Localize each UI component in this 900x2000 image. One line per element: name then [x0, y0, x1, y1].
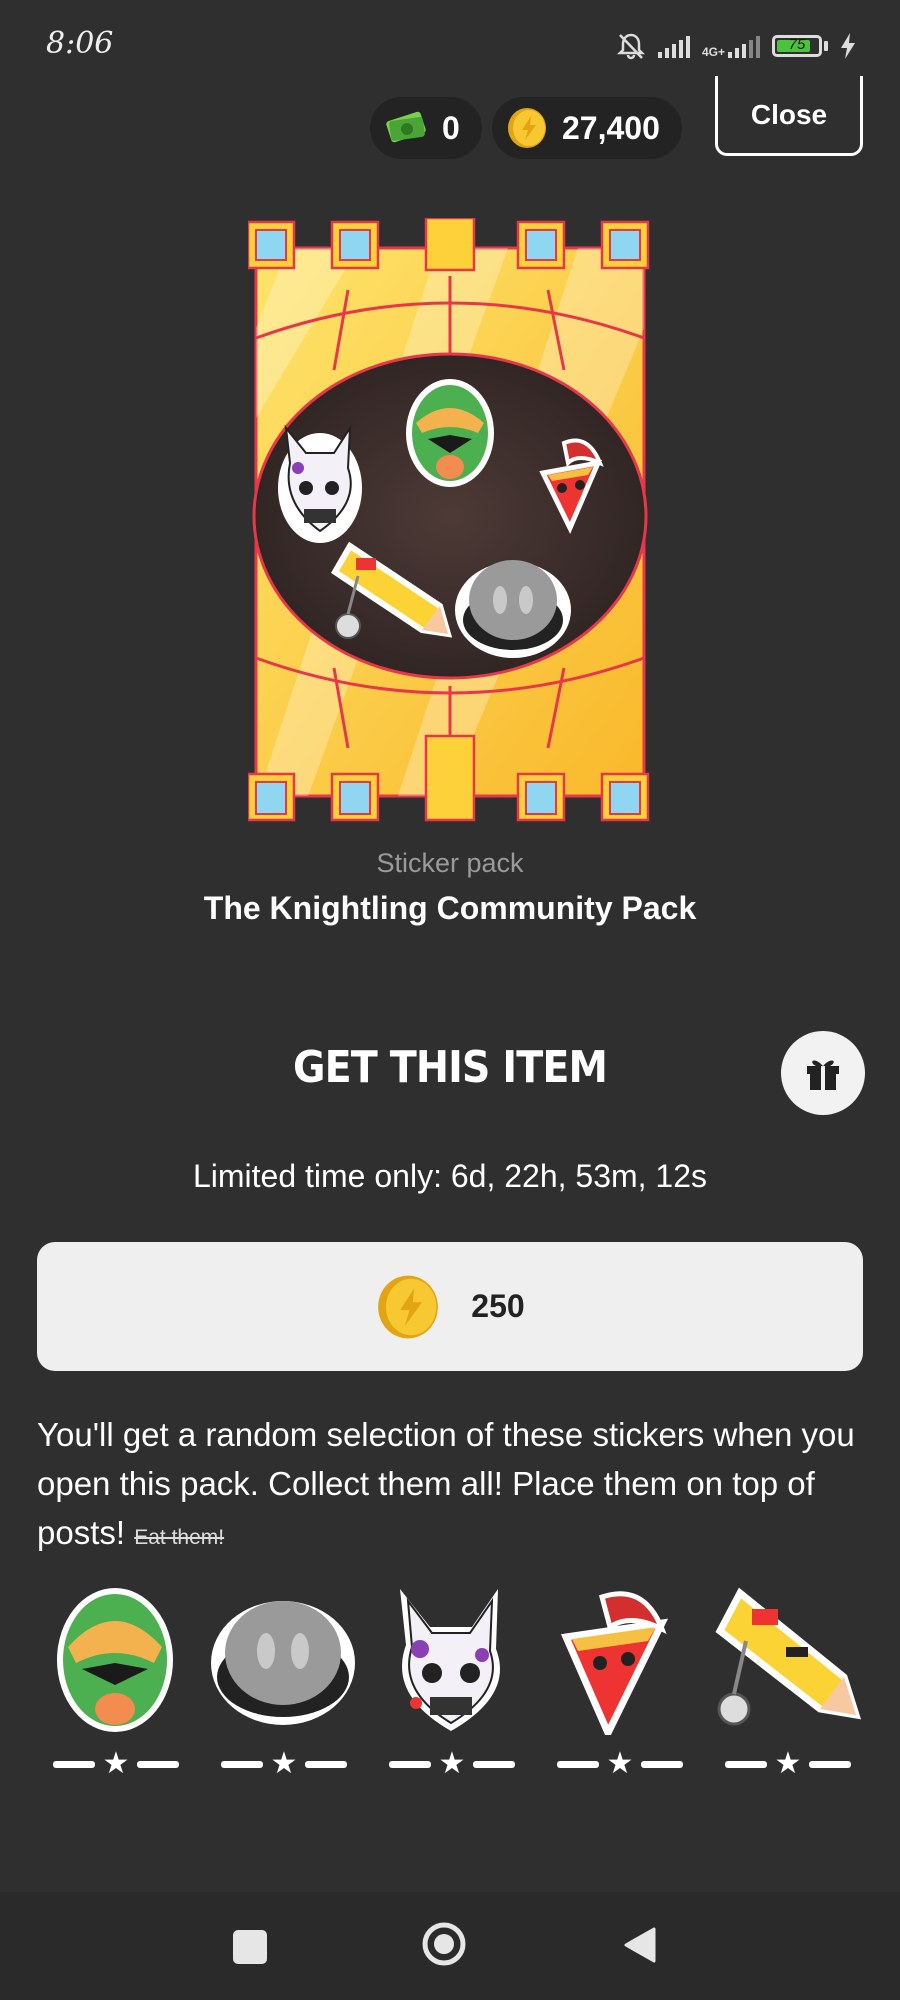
star-icon: ★	[606, 1747, 634, 1780]
pack-description: You'll get a random selection of these s…	[37, 1410, 857, 1562]
network-label: 4G+	[701, 45, 725, 59]
signal-icon	[657, 34, 690, 58]
pencil-sticker[interactable]: ★	[712, 1585, 862, 1785]
ranger-mask-sticker[interactable]: ★	[40, 1585, 190, 1785]
recents-button[interactable]	[233, 1930, 267, 1964]
star-icon: ★	[438, 1747, 466, 1780]
status-time: 8:06	[46, 26, 114, 61]
buy-with-coins-button[interactable]: 250	[37, 1242, 863, 1371]
cash-icon	[386, 111, 426, 143]
get-item-heading: GET THIS ITEM	[292, 1042, 608, 1093]
status-icons: 4G+ 75	[616, 26, 856, 66]
ranger-mask-icon	[57, 1588, 173, 1732]
pizza-slice-sticker[interactable]: ★	[544, 1585, 694, 1785]
cash-balance[interactable]: 0	[370, 97, 482, 159]
cash-amount: 0	[442, 109, 460, 146]
charging-icon	[841, 33, 855, 59]
bunny-knight-sticker[interactable]: ★	[376, 1585, 526, 1785]
signal-icon-2	[728, 34, 760, 58]
ghost-icon	[211, 1601, 355, 1725]
pencil-icon	[715, 1587, 862, 1726]
price-label: 250	[471, 1288, 525, 1324]
battery-icon: 75	[772, 35, 822, 57]
bunny-knight-icon	[400, 1589, 500, 1731]
pack-type-label: Sticker pack	[376, 848, 524, 878]
sticker-pack-artwork	[248, 218, 650, 822]
back-button[interactable]	[620, 1925, 660, 1965]
pack-title: The Knightling Community Pack	[203, 890, 697, 926]
strikethrough-joke: Eat them!	[134, 1526, 225, 1549]
sticker-list: ★ ★ ★ ★ ★	[30, 1585, 870, 1785]
rarity-indicator: ★	[722, 1747, 854, 1780]
rarity-indicator: ★	[218, 1747, 350, 1780]
ghost-sticker[interactable]: ★	[208, 1585, 358, 1785]
coin-icon	[508, 108, 546, 148]
rarity-indicator: ★	[554, 1747, 686, 1780]
notifications-muted-icon	[616, 33, 646, 60]
star-icon: ★	[270, 1747, 298, 1780]
battery-level: 75	[788, 36, 806, 53]
rarity-indicator: ★	[50, 1747, 182, 1780]
coin-balance[interactable]: 27,400	[492, 97, 682, 159]
pizza-slice-icon	[560, 1591, 669, 1735]
gift-icon	[807, 1060, 839, 1090]
limited-time-countdown: Limited time only: 6d, 22h, 53m, 12s	[192, 1158, 708, 1194]
coin-icon	[378, 1275, 439, 1338]
coin-amount: 27,400	[562, 109, 660, 146]
close-button[interactable]: Close	[715, 76, 863, 156]
star-icon: ★	[102, 1747, 130, 1780]
rarity-indicator: ★	[386, 1747, 518, 1780]
star-icon: ★	[774, 1747, 802, 1780]
home-button[interactable]	[421, 1921, 467, 1967]
gift-button[interactable]	[781, 1031, 865, 1115]
